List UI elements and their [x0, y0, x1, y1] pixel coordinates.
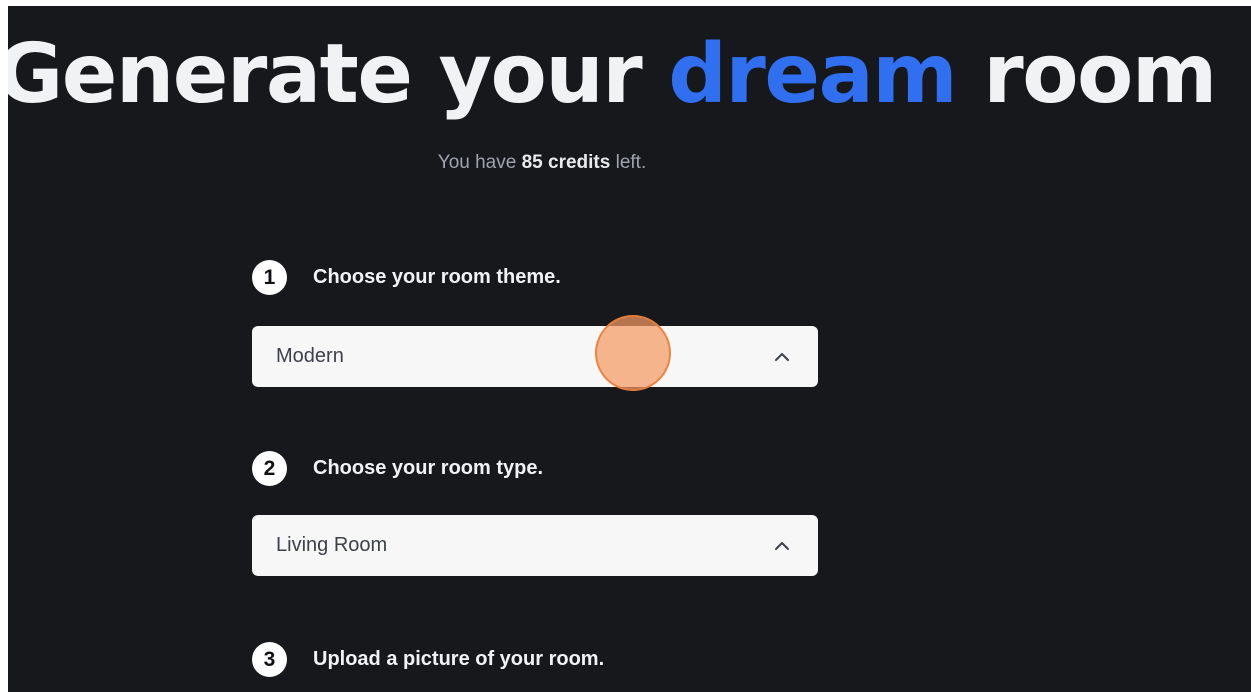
chevron-up-icon [770, 534, 794, 558]
credits-suffix: left. [610, 152, 647, 173]
step-number-badge: 2 [252, 451, 287, 486]
step-3-heading: 3 Upload a picture of your room. [252, 642, 604, 677]
credits-count: 85 credits [521, 152, 611, 173]
room-theme-select[interactable]: Modern [252, 326, 818, 387]
step-2-heading: 2 Choose your room type. [252, 451, 543, 486]
credits-remaining: You have 85 credits left. [8, 152, 1076, 174]
room-type-value: Living Room [276, 534, 388, 556]
page-title: Generate your dream room [8, 34, 1217, 116]
step-number-badge: 1 [252, 260, 287, 295]
credits-prefix: You have [437, 152, 522, 173]
room-type-select[interactable]: Living Room [252, 515, 818, 576]
chevron-up-icon [770, 345, 794, 369]
app-viewport: Generate your dream room You have 85 cre… [8, 6, 1251, 692]
title-part-1: Generate your [8, 27, 669, 122]
step-number-badge: 3 [252, 642, 287, 677]
step-label: Choose your room theme. [313, 266, 561, 288]
step-1-heading: 1 Choose your room theme. [252, 260, 561, 295]
room-theme-value: Modern [276, 345, 344, 367]
step-label: Choose your room type. [313, 457, 544, 479]
title-accent-word: dream [668, 27, 958, 122]
step-label: Upload a picture of your room. [313, 648, 605, 670]
title-part-2: room [956, 27, 1217, 122]
